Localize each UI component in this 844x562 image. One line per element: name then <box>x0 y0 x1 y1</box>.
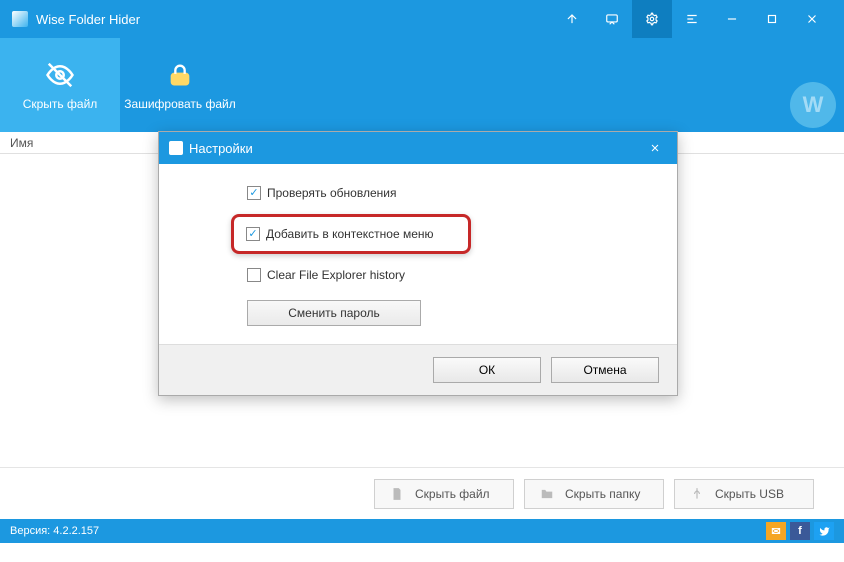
app-title: Wise Folder Hider <box>36 12 552 27</box>
watermark-icon: W <box>790 82 836 128</box>
titlebar: Wise Folder Hider <box>0 0 844 38</box>
tab-encrypt-file-label: Зашифровать файл <box>124 97 235 111</box>
titlebar-buttons <box>552 0 832 38</box>
context-menu-highlight: Добавить в контекстное меню <box>231 214 471 254</box>
facebook-icon[interactable]: f <box>790 522 810 540</box>
cancel-button[interactable]: Отмена <box>551 357 659 383</box>
dialog-footer: ОК Отмена <box>159 344 677 395</box>
minimize-button[interactable] <box>712 0 752 38</box>
encrypt-file-icon <box>164 59 196 91</box>
version-label: Версия: 4.2.2.157 <box>10 525 99 537</box>
maximize-button[interactable] <box>752 0 792 38</box>
change-password-label: Сменить пароль <box>288 306 380 320</box>
cancel-label: Отмена <box>583 363 626 377</box>
context-menu-label: Добавить в контекстное меню <box>266 227 434 241</box>
hide-folder-button[interactable]: Скрыть папку <box>524 479 664 509</box>
main-toolbar: Скрыть файл Зашифровать файл W <box>0 38 844 132</box>
close-button[interactable] <box>792 0 832 38</box>
hide-usb-label: Скрыть USB <box>715 487 784 501</box>
check-updates-row[interactable]: Проверять обновления <box>247 186 589 200</box>
dialog-icon <box>169 141 183 155</box>
feedback-icon[interactable] <box>592 0 632 38</box>
column-name: Имя <box>10 136 33 150</box>
dialog-close-button[interactable] <box>643 136 667 160</box>
folder-icon <box>539 486 555 502</box>
hide-file-label: Скрыть файл <box>415 487 490 501</box>
context-menu-row[interactable]: Добавить в контекстное меню <box>246 227 456 241</box>
settings-icon[interactable] <box>632 0 672 38</box>
tab-hide-file[interactable]: Скрыть файл <box>0 38 120 132</box>
hide-usb-button[interactable]: Скрыть USB <box>674 479 814 509</box>
tab-encrypt-file[interactable]: Зашифровать файл <box>120 38 240 132</box>
clear-history-checkbox[interactable] <box>247 268 261 282</box>
hide-file-icon <box>44 59 76 91</box>
mail-icon[interactable]: ✉ <box>766 522 786 540</box>
menu-icon[interactable] <box>672 0 712 38</box>
file-icon <box>389 486 405 502</box>
tab-hide-file-label: Скрыть файл <box>23 97 98 111</box>
clear-history-row[interactable]: Clear File Explorer history <box>247 268 589 282</box>
ok-label: ОК <box>479 363 495 377</box>
statusbar: Версия: 4.2.2.157 ✉ f <box>0 519 844 543</box>
bottom-actions: Скрыть файл Скрыть папку Скрыть USB <box>0 467 844 519</box>
settings-dialog: Настройки Проверять обновления Добавить … <box>158 131 678 396</box>
clear-history-label: Clear File Explorer history <box>267 268 405 282</box>
change-password-button[interactable]: Сменить пароль <box>247 300 421 326</box>
hide-folder-label: Скрыть папку <box>565 487 640 501</box>
app-icon <box>12 11 28 27</box>
check-updates-label: Проверять обновления <box>267 186 396 200</box>
usb-icon <box>689 486 705 502</box>
ok-button[interactable]: ОК <box>433 357 541 383</box>
check-updates-checkbox[interactable] <box>247 186 261 200</box>
dialog-title: Настройки <box>189 141 643 156</box>
hide-file-button[interactable]: Скрыть файл <box>374 479 514 509</box>
dialog-body: Проверять обновления Добавить в контекст… <box>159 164 677 344</box>
dialog-titlebar: Настройки <box>159 132 677 164</box>
context-menu-checkbox[interactable] <box>246 227 260 241</box>
twitter-icon[interactable] <box>814 522 834 540</box>
upgrade-icon[interactable] <box>552 0 592 38</box>
